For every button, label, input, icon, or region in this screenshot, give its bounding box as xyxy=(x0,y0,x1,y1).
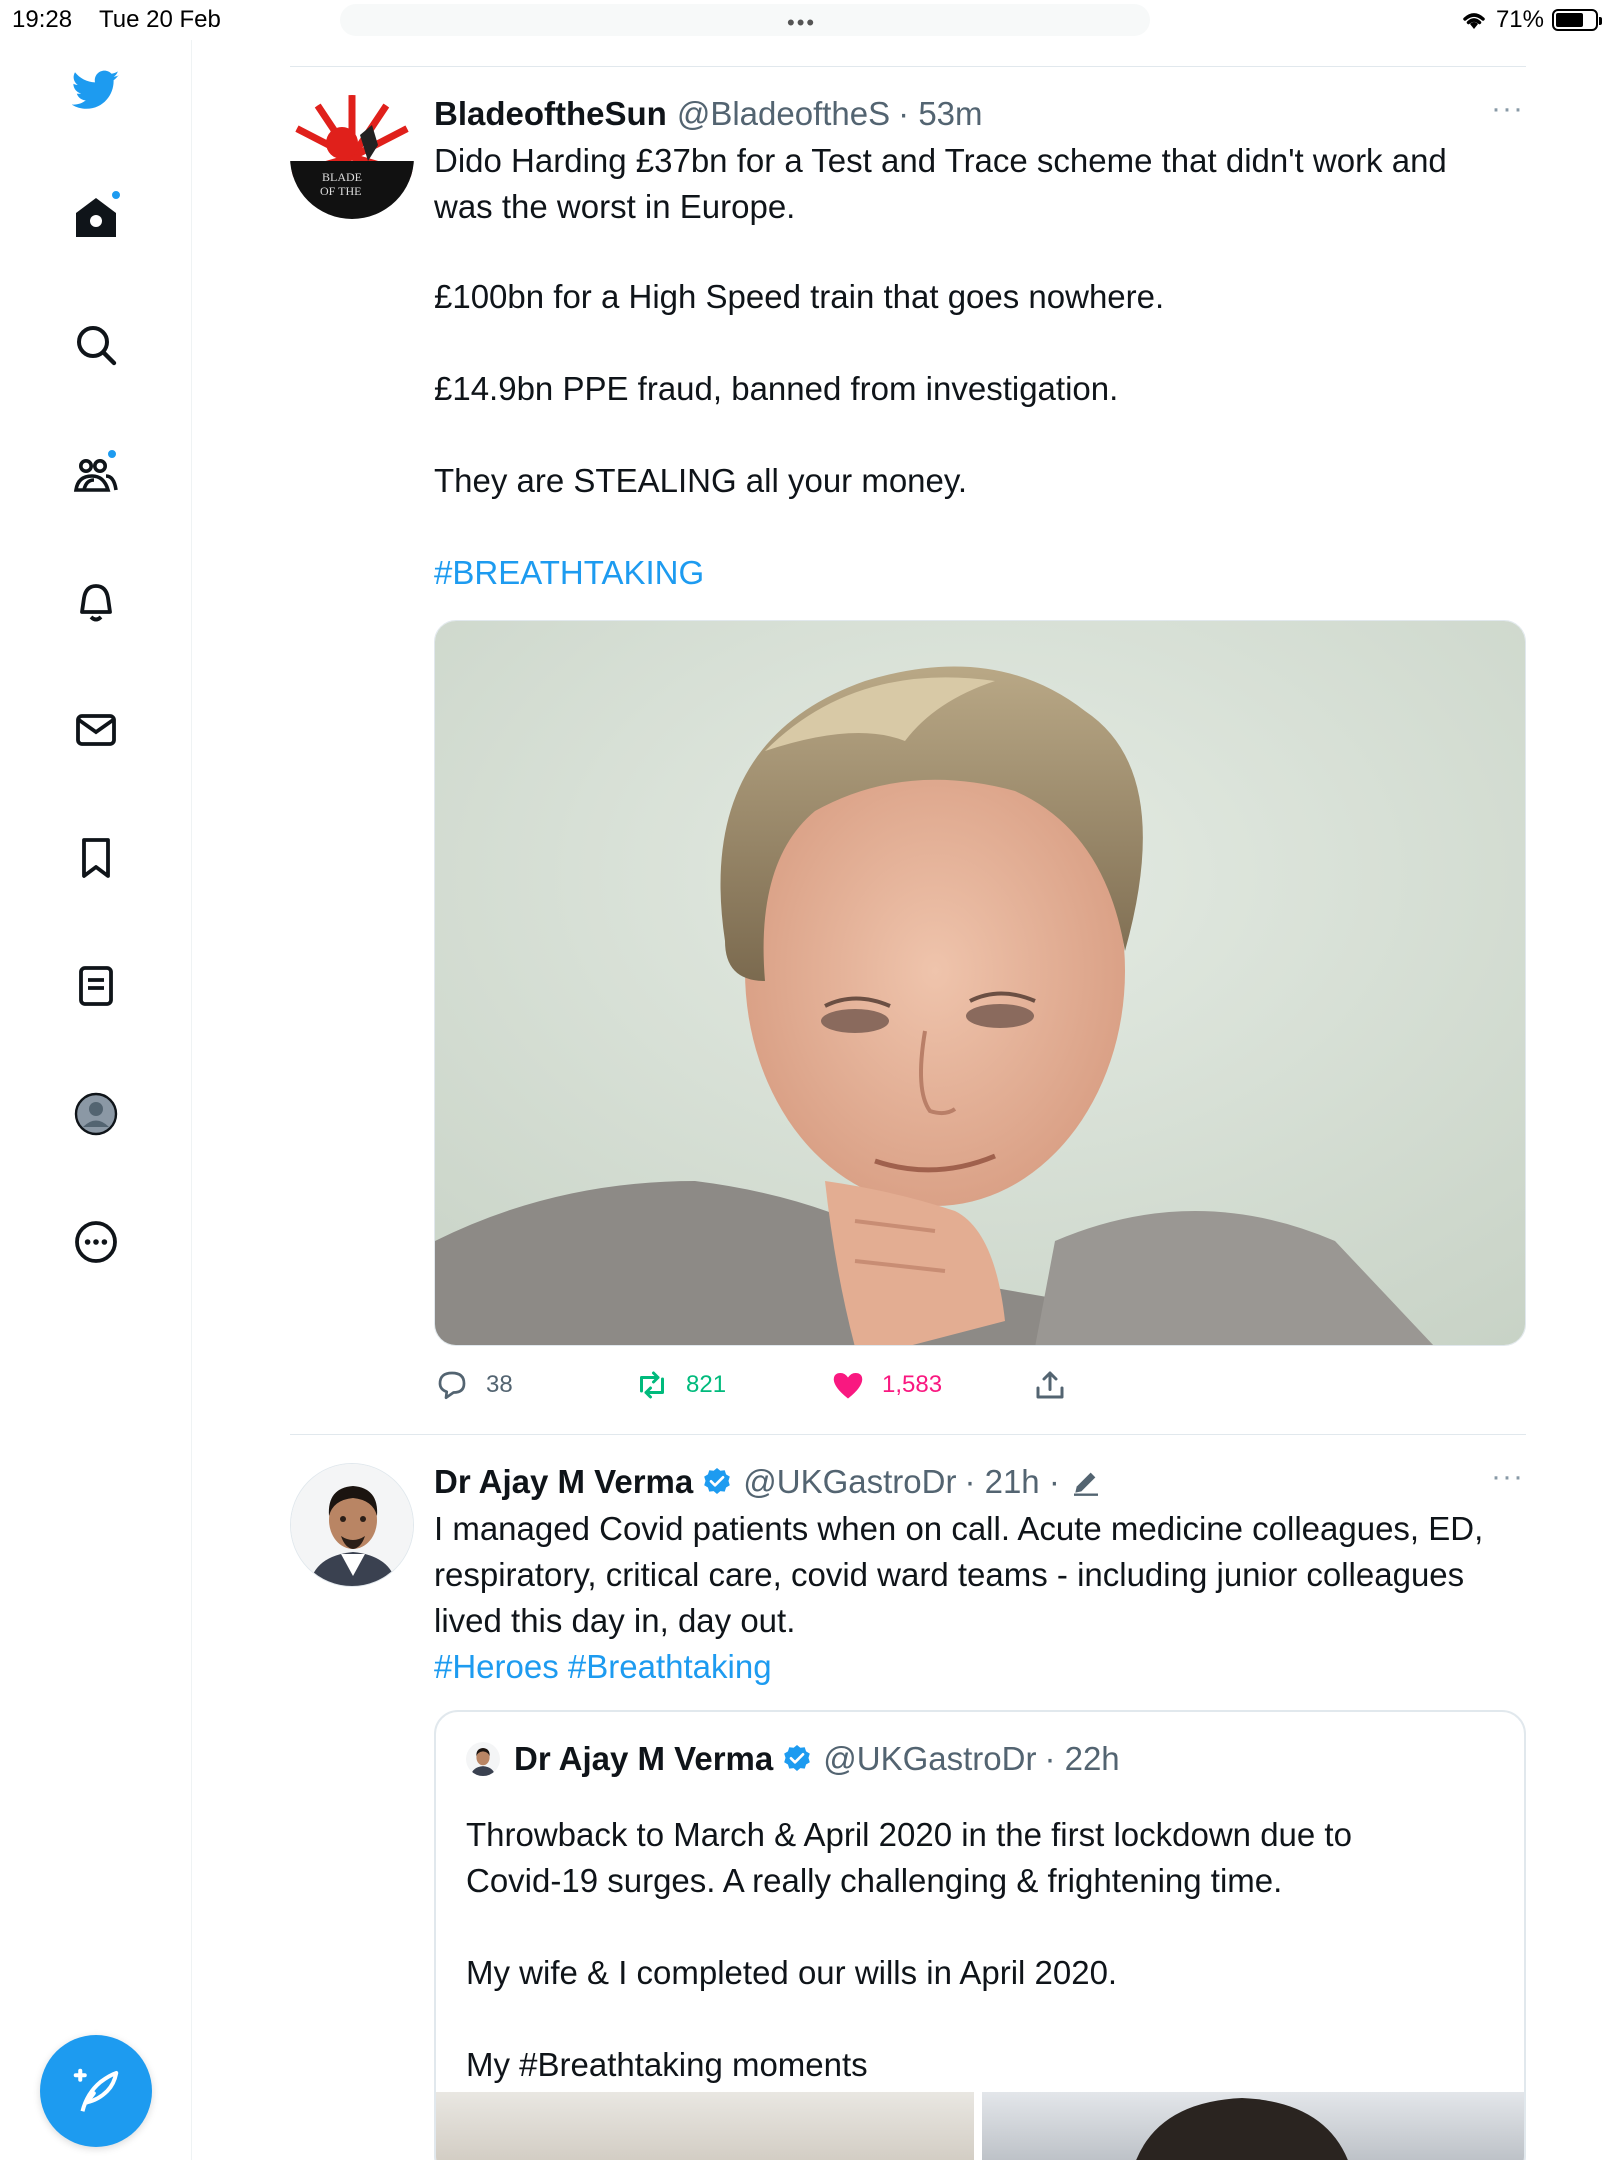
author-name[interactable]: Dr Ajay M Verma xyxy=(434,1460,693,1504)
verified-badge-icon xyxy=(784,1745,811,1771)
wifi-icon xyxy=(1463,13,1485,29)
more-options-icon[interactable]: ··· xyxy=(1491,92,1524,126)
edited-pencil-icon[interactable] xyxy=(1070,1466,1102,1498)
more-circle-icon xyxy=(75,1221,117,1263)
tweet-actions: 38 821 1,583 xyxy=(434,1367,1134,1407)
tweet-text-line: £100bn for a High Speed train that goes … xyxy=(434,278,1165,315)
status-date: Tue 20 Feb xyxy=(99,6,221,33)
lists-icon xyxy=(79,966,113,1006)
sidebar xyxy=(0,40,192,2160)
tweet-text-line: Dido Harding £37bn for a Test and Trace … xyxy=(434,142,1447,179)
multitasking-dots-icon[interactable]: ••• xyxy=(787,10,816,36)
svg-text:OF THE: OF THE xyxy=(320,184,361,198)
status-time: 19:28 xyxy=(12,6,73,33)
timeline-divider xyxy=(290,1434,1526,1435)
nav-lists[interactable] xyxy=(66,956,126,1016)
quoted-avatar xyxy=(466,1742,500,1776)
quoted-photo[interactable] xyxy=(982,2092,1524,2160)
avatar[interactable]: BLADE OF THE xyxy=(290,95,414,219)
top-address-area xyxy=(340,4,1150,36)
tweet-photo[interactable] xyxy=(434,620,1526,1346)
avatar[interactable] xyxy=(290,1463,414,1587)
quoted-tweet-header: Dr Ajay M Verma @UKGastroDr · 22h xyxy=(466,1740,1120,1778)
author-handle[interactable]: @UKGastroDr xyxy=(743,1460,956,1504)
tweet-text-line: They are STEALING all your money. xyxy=(434,462,968,499)
share-icon xyxy=(1036,1371,1064,1399)
mail-icon xyxy=(76,714,116,746)
compose-feather-icon xyxy=(73,2068,119,2112)
more-options-icon[interactable]: ··· xyxy=(1491,1460,1524,1494)
hashtag-link[interactable]: #BREATHTAKING xyxy=(434,550,1526,596)
nav-more[interactable] xyxy=(66,1212,126,1272)
quoted-author-name: Dr Ajay M Verma xyxy=(514,1740,774,1777)
home-notification-dot xyxy=(110,189,122,201)
nav-messages[interactable] xyxy=(66,700,126,760)
reply-count: 38 xyxy=(486,1371,513,1398)
tweet-header: BladeoftheSun @BladeoftheS · 53m xyxy=(434,92,1526,136)
status-indicators: 71% xyxy=(1460,6,1602,34)
nav-notifications[interactable] xyxy=(66,572,126,632)
status-bar: 19:28 Tue 20 Feb ••• 71% xyxy=(0,0,1620,40)
tweet-text: I managed Covid patients when on call. A… xyxy=(434,1510,1484,1639)
bell-icon xyxy=(80,584,112,622)
tweet-text-line: £14.9bn PPE fraud, banned from investiga… xyxy=(434,370,1119,407)
nav-profile[interactable] xyxy=(66,1084,126,1144)
retweet-icon xyxy=(640,1371,664,1399)
reply-icon xyxy=(438,1371,466,1400)
hashtag-links[interactable]: #Heroes #Breathtaking xyxy=(434,1644,1526,1690)
tweet-time[interactable]: · 53m xyxy=(898,92,982,136)
tweet-header: Dr Ajay M Verma @UKGastroDr · 21h · xyxy=(434,1460,1526,1504)
svg-text:BLADE: BLADE xyxy=(322,170,362,184)
heart-icon xyxy=(833,1373,863,1399)
quoted-tweet-time: · 22h xyxy=(1044,1740,1120,1777)
author-name[interactable]: BladeoftheSun xyxy=(434,92,667,136)
tweet-body: Dr Ajay M Verma @UKGastroDr · 21h · ··· … xyxy=(434,1460,1526,1690)
compose-tweet-button[interactable] xyxy=(40,2035,152,2147)
tweet-time[interactable]: · 21h · xyxy=(964,1460,1059,1504)
share-button[interactable] xyxy=(1032,1367,1068,1403)
tweet[interactable]: Dr Ajay M Verma @UKGastroDr · 21h · ··· … xyxy=(290,1460,1526,2160)
tweet[interactable]: BLADE OF THE BladeoftheSun @BladeoftheS … xyxy=(290,92,1526,1432)
profile-icon xyxy=(74,1092,118,1136)
nav-search[interactable] xyxy=(66,315,126,375)
like-button[interactable]: 1,583 xyxy=(830,1367,942,1403)
twitter-logo-icon[interactable] xyxy=(66,60,126,120)
quoted-tweet-text: Throwback to March & April 2020 in the f… xyxy=(466,1816,1352,2083)
nav-bookmarks[interactable] xyxy=(66,828,126,888)
timeline-divider xyxy=(290,66,1526,67)
search-icon xyxy=(77,326,117,366)
author-handle[interactable]: @BladeoftheS xyxy=(677,92,890,136)
nav-home[interactable] xyxy=(66,187,126,247)
verified-badge-icon xyxy=(704,1468,731,1494)
quoted-author-handle: @UKGastroDr xyxy=(823,1740,1037,1777)
quoted-photo[interactable] xyxy=(436,2092,974,2160)
battery-percent: 71% xyxy=(1495,6,1544,33)
retweet-button[interactable]: 821 xyxy=(634,1367,726,1403)
nav-communities[interactable] xyxy=(66,444,126,504)
reply-button[interactable]: 38 xyxy=(434,1367,513,1403)
battery-icon xyxy=(1552,9,1602,31)
communities-notification-dot xyxy=(106,448,118,460)
quoted-tweet[interactable]: Dr Ajay M Verma @UKGastroDr · 22h Throwb… xyxy=(434,1710,1526,2160)
tweet-body: BladeoftheSun @BladeoftheS · 53m ··· Did… xyxy=(434,92,1526,596)
retweet-count: 821 xyxy=(686,1371,727,1398)
like-count: 1,583 xyxy=(882,1371,943,1398)
bookmark-icon xyxy=(82,838,110,878)
tweet-text-line: was the worst in Europe. xyxy=(434,188,796,225)
